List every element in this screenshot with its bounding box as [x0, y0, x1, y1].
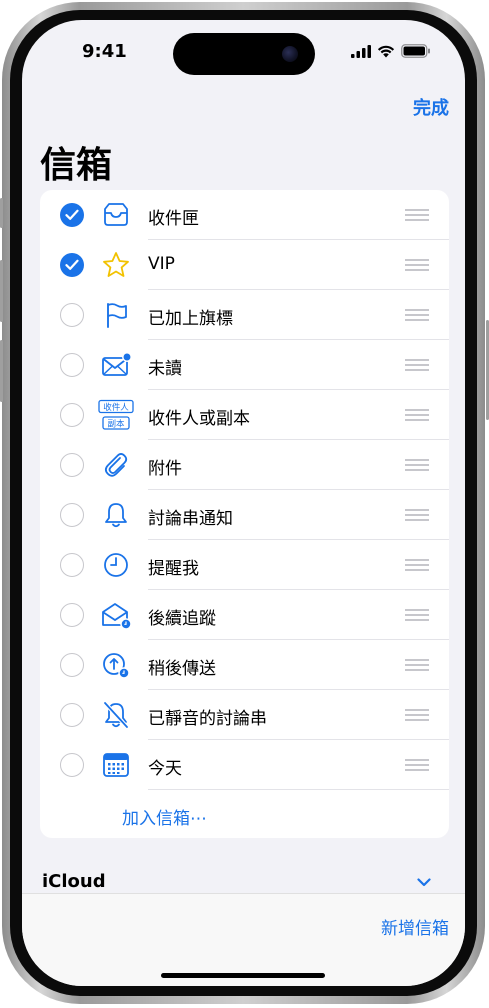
mailbox-label: 今天 — [148, 759, 182, 779]
mailbox-label: 提醒我 — [148, 559, 199, 579]
row-divider — [148, 789, 449, 790]
unchecked-circle-icon[interactable] — [60, 553, 84, 577]
unchecked-circle-icon[interactable] — [60, 303, 84, 327]
volume-up-button — [0, 260, 3, 322]
mailbox-row-send-later[interactable]: 稍後傳送 — [40, 640, 449, 690]
unchecked-circle-icon[interactable] — [60, 653, 84, 677]
bell-icon — [105, 503, 127, 528]
to-cc-icon-bottom-text: 副本 — [107, 419, 125, 430]
mailbox-label: 未讀 — [148, 359, 182, 379]
mailbox-row-flagged[interactable]: 已加上旗標 — [40, 290, 449, 340]
mailbox-label: 附件 — [148, 459, 182, 479]
mailbox-label: 稍後傳送 — [148, 659, 216, 679]
cellular-signal-icon — [351, 44, 371, 58]
unchecked-circle-icon[interactable] — [60, 453, 84, 477]
to-cc-icon: 收件人 副本 — [98, 399, 134, 430]
unchecked-circle-icon[interactable] — [60, 603, 84, 627]
send-later-icon — [103, 653, 130, 679]
mailbox-row-inbox[interactable]: 收件匣 — [40, 190, 449, 240]
reorder-grip-icon[interactable] — [405, 609, 429, 621]
reorder-grip-icon[interactable] — [405, 509, 429, 521]
unread-envelope-icon — [102, 352, 132, 376]
muted-bell-icon — [103, 701, 129, 729]
mailbox-label: 討論串通知 — [148, 509, 233, 529]
star-icon — [103, 252, 129, 277]
new-mailbox-button[interactable]: 新增信箱 — [381, 914, 449, 939]
mailbox-row-attachments[interactable]: 附件 — [40, 440, 449, 490]
mailbox-label: 收件人或副本 — [148, 409, 250, 429]
mailbox-row-today[interactable]: 今天 — [40, 740, 449, 790]
reorder-grip-icon[interactable] — [405, 409, 429, 421]
status-icons — [351, 44, 431, 58]
reorder-grip-icon[interactable] — [405, 259, 429, 271]
battery-icon — [401, 44, 430, 58]
page-title: 信箱 — [40, 145, 113, 186]
mailbox-label: 後續追蹤 — [148, 609, 216, 629]
follow-up-icon — [102, 603, 132, 630]
reorder-grip-icon[interactable] — [405, 709, 429, 721]
unchecked-circle-icon[interactable] — [60, 403, 84, 427]
mailbox-list: 收件匣 VIP 已加上旗標 未讀 收件人 副本 收件人或副本 附件 討論串通知 … — [40, 190, 449, 838]
mailbox-row-to-cc[interactable]: 收件人 副本 收件人或副本 — [40, 390, 449, 440]
mailbox-row-vip[interactable]: VIP — [40, 240, 449, 290]
add-mailbox-button[interactable]: 加入信箱⋯ — [122, 804, 207, 829]
unchecked-circle-icon[interactable] — [60, 503, 84, 527]
mailbox-row-thread-notifications[interactable]: 討論串通知 — [40, 490, 449, 540]
mailbox-label: 已靜音的討論串 — [148, 709, 267, 729]
paperclip-icon — [104, 453, 128, 477]
account-header-icloud[interactable]: iCloud — [42, 871, 106, 892]
camera-icon — [282, 46, 298, 62]
inbox-icon — [104, 203, 128, 226]
volume-down-button — [0, 340, 3, 402]
reorder-grip-icon[interactable] — [405, 459, 429, 471]
clock-icon — [104, 553, 128, 577]
mailbox-row-unread[interactable]: 未讀 — [40, 340, 449, 390]
reorder-grip-icon[interactable] — [405, 759, 429, 771]
unchecked-circle-icon[interactable] — [60, 703, 84, 727]
mailbox-label: 收件匣 — [148, 209, 199, 229]
flag-icon — [107, 303, 127, 328]
phone-device: 9:41 完成 信箱 收件匣 VIP 已加上旗標 未讀 收件人 副本 收件人或副… — [0, 0, 489, 1008]
status-time: 9:41 — [82, 41, 127, 62]
wifi-icon — [377, 45, 395, 57]
reorder-grip-icon[interactable] — [405, 659, 429, 671]
mailbox-row-muted-threads[interactable]: 已靜音的討論串 — [40, 690, 449, 740]
calendar-icon — [103, 753, 129, 777]
checked-circle-icon[interactable] — [60, 203, 84, 227]
action-button — [0, 198, 3, 228]
reorder-grip-icon[interactable] — [405, 309, 429, 321]
mailbox-label: VIP — [148, 254, 175, 274]
to-cc-icon-top-text: 收件人 — [103, 402, 129, 413]
dynamic-island — [173, 33, 315, 75]
done-button[interactable]: 完成 — [413, 94, 449, 120]
screen: 9:41 完成 信箱 收件匣 VIP 已加上旗標 未讀 收件人 副本 收件人或副… — [22, 20, 465, 986]
chevron-down-icon[interactable] — [417, 878, 431, 887]
checked-circle-icon[interactable] — [60, 253, 84, 277]
reorder-grip-icon[interactable] — [405, 209, 429, 221]
bottom-toolbar: 新增信箱 — [22, 893, 465, 986]
mailbox-row-remind-me[interactable]: 提醒我 — [40, 540, 449, 590]
home-indicator[interactable] — [161, 973, 325, 978]
reorder-grip-icon[interactable] — [405, 559, 429, 571]
mailbox-row-follow-up[interactable]: 後續追蹤 — [40, 590, 449, 640]
reorder-grip-icon[interactable] — [405, 359, 429, 371]
unchecked-circle-icon[interactable] — [60, 753, 84, 777]
unchecked-circle-icon[interactable] — [60, 353, 84, 377]
mailbox-label: 已加上旗標 — [148, 309, 233, 329]
